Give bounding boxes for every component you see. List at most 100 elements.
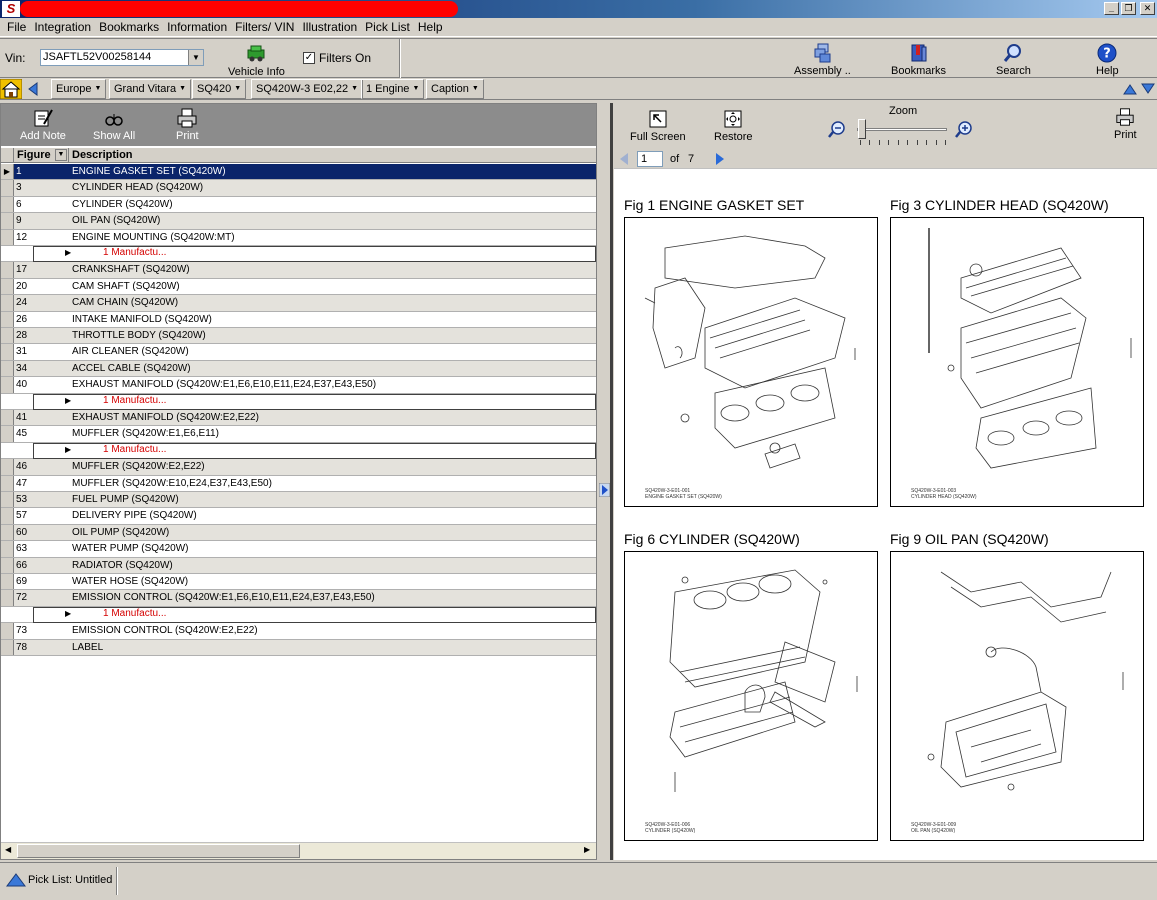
- table-row[interactable]: 57 DELIVERY PIPE (SQ420W): [1, 508, 596, 525]
- arrow-down-icon[interactable]: [1140, 81, 1156, 97]
- crumb-group[interactable]: 1 Engine ▼: [361, 79, 425, 99]
- table-row[interactable]: 26 INTAKE MANIFOLD (SQ420W): [1, 311, 596, 328]
- figure-thumbnail[interactable]: SQ420W-3-E01-009 OIL PAN (SQ420W): [890, 551, 1144, 841]
- table-row[interactable]: 47 MUFFLER (SQ420W:E10,E24,E37,E43,E50): [1, 475, 596, 492]
- crumb-series[interactable]: SQ420 ▼: [192, 79, 247, 99]
- restore-button[interactable]: Restore: [714, 109, 753, 143]
- row-selector[interactable]: [1, 639, 14, 655]
- table-row[interactable]: 66 RADIATOR (SQ420W): [1, 557, 596, 574]
- manufacturer-subrow[interactable]: ▶ 1 Manufactu...: [1, 442, 596, 460]
- help-button[interactable]: ? Help: [1096, 42, 1119, 77]
- row-selector[interactable]: [1, 278, 14, 295]
- table-row[interactable]: 40 EXHAUST MANIFOLD (SQ420W:E1,E6,E10,E11…: [1, 377, 596, 394]
- row-selector[interactable]: [1, 262, 14, 278]
- chevron-down-icon[interactable]: ▼: [188, 50, 203, 65]
- table-row[interactable]: 53 FUEL PUMP (SQ420W): [1, 492, 596, 509]
- manufacturer-subrow[interactable]: ▶ 1 Manufactu...: [1, 606, 596, 624]
- menu-pick-list[interactable]: Pick List: [363, 20, 416, 34]
- manufacturer-link[interactable]: 1 Manufactu...: [103, 608, 166, 619]
- table-row[interactable]: 41 EXHAUST MANIFOLD (SQ420W:E2,E22): [1, 410, 596, 427]
- figure-thumbnail[interactable]: SQ420W-3-E01-001 ENGINE GASKET SET (SQ420…: [624, 217, 878, 507]
- table-row[interactable]: 9 OIL PAN (SQ420W): [1, 213, 596, 230]
- print-illustration-button[interactable]: Print: [1114, 107, 1137, 141]
- expand-arrow-icon[interactable]: ▶: [65, 396, 71, 405]
- zoom-slider-track[interactable]: [857, 128, 947, 131]
- vehicle-info-button[interactable]: Vehicle Info: [228, 43, 285, 78]
- table-row[interactable]: 46 MUFFLER (SQ420W:E2,E22): [1, 459, 596, 476]
- table-row[interactable]: 31 AIR CLEANER (SQ420W): [1, 344, 596, 361]
- row-selector[interactable]: [1, 311, 14, 327]
- prev-page-icon[interactable]: [618, 152, 630, 166]
- row-selector[interactable]: [1, 180, 14, 196]
- crumb-region[interactable]: Europe ▼: [51, 79, 107, 99]
- pick-list-icon[interactable]: [6, 873, 26, 887]
- table-row[interactable]: 3 CYLINDER HEAD (SQ420W): [1, 180, 596, 197]
- show-all-button[interactable]: Show All: [93, 108, 135, 142]
- table-row[interactable]: 69 WATER HOSE (SQ420W): [1, 574, 596, 591]
- row-selector[interactable]: [1, 295, 14, 311]
- manufacturer-subrow[interactable]: ▶ 1 Manufactu...: [1, 246, 596, 263]
- row-selector[interactable]: [1, 344, 14, 360]
- print-list-button[interactable]: Print: [176, 108, 199, 142]
- zoom-out-icon[interactable]: [827, 120, 847, 140]
- expand-arrow-icon[interactable]: ▶: [65, 248, 71, 257]
- back-arrow-icon[interactable]: [25, 81, 41, 97]
- expand-arrow-icon[interactable]: ▶: [65, 609, 71, 618]
- next-page-icon[interactable]: [714, 152, 726, 166]
- table-row[interactable]: 6 CYLINDER (SQ420W): [1, 196, 596, 214]
- menu-file[interactable]: File: [5, 20, 32, 34]
- filters-toggle[interactable]: ✓ Filters On: [303, 51, 371, 65]
- home-icon[interactable]: [0, 79, 22, 99]
- table-row[interactable]: ▶ 1 ENGINE GASKET SET (SQ420W): [1, 164, 596, 181]
- full-screen-button[interactable]: Full Screen: [630, 109, 686, 143]
- row-selector[interactable]: [1, 410, 14, 426]
- table-row[interactable]: 28 THROTTLE BODY (SQ420W): [1, 328, 596, 345]
- figure-thumbnail[interactable]: SQ420W-3-E01-003 CYLINDER HEAD (SQ420W): [890, 217, 1144, 507]
- row-selector[interactable]: [1, 492, 14, 508]
- crumb-model[interactable]: Grand Vitara ▼: [109, 79, 192, 99]
- filters-checkbox[interactable]: ✓: [303, 52, 315, 64]
- crumb-view[interactable]: Caption ▼: [426, 79, 484, 99]
- manufacturer-link[interactable]: 1 Manufactu...: [103, 444, 166, 455]
- manufacturer-subrow[interactable]: ▶ 1 Manufactu...: [1, 393, 596, 410]
- table-row[interactable]: 12 ENGINE MOUNTING (SQ420W:MT): [1, 229, 596, 246]
- manufacturer-link[interactable]: 1 Manufactu...: [103, 395, 166, 406]
- row-selector[interactable]: [1, 623, 14, 639]
- table-row[interactable]: 73 EMISSION CONTROL (SQ420W:E2,E22): [1, 623, 596, 640]
- crumb-variant[interactable]: SQ420W-3 E02,22 ▼: [251, 79, 364, 99]
- table-row[interactable]: 17 CRANKSHAFT (SQ420W): [1, 262, 596, 279]
- row-selector[interactable]: ▶: [1, 164, 14, 180]
- table-row[interactable]: 60 OIL PUMP (SQ420W): [1, 524, 596, 542]
- menu-information[interactable]: Information: [165, 20, 233, 34]
- search-button[interactable]: Search: [996, 42, 1031, 77]
- bookmarks-button[interactable]: Bookmarks: [891, 42, 946, 77]
- restore-window-icon[interactable]: ❐: [1121, 2, 1136, 15]
- menu-help[interactable]: Help: [416, 20, 449, 34]
- table-row[interactable]: 78 LABEL: [1, 639, 596, 656]
- scroll-thumb[interactable]: [17, 844, 300, 858]
- row-selector[interactable]: [1, 229, 14, 245]
- row-selector[interactable]: [1, 377, 14, 393]
- manufacturer-link[interactable]: 1 Manufactu...: [103, 247, 166, 258]
- row-selector[interactable]: [1, 524, 14, 541]
- pick-list-status[interactable]: Pick List: Untitled: [28, 874, 112, 886]
- row-selector[interactable]: [1, 590, 14, 606]
- close-icon[interactable]: ✕: [1140, 2, 1155, 15]
- expand-arrow-icon[interactable]: ▶: [65, 445, 71, 454]
- expand-right-icon[interactable]: [599, 483, 610, 497]
- row-selector[interactable]: [1, 426, 14, 442]
- filter-dropdown-icon[interactable]: ▼: [55, 149, 67, 161]
- row-selector[interactable]: [1, 328, 14, 344]
- zoom-slider-thumb[interactable]: [858, 119, 866, 139]
- row-selector[interactable]: [1, 196, 14, 213]
- column-description[interactable]: Description: [69, 148, 596, 162]
- row-selector[interactable]: [1, 541, 14, 557]
- figure-thumbnail[interactable]: SQ420W-3-E01-006 CYLINDER (SQ420W): [624, 551, 878, 841]
- column-figure[interactable]: Figure ▼: [14, 148, 69, 162]
- scroll-left-icon[interactable]: ◀: [5, 845, 11, 854]
- table-row[interactable]: 20 CAM SHAFT (SQ420W): [1, 278, 596, 296]
- row-selector[interactable]: [1, 508, 14, 524]
- menu-bookmarks[interactable]: Bookmarks: [97, 20, 165, 34]
- table-row[interactable]: 72 EMISSION CONTROL (SQ420W:E1,E6,E10,E11…: [1, 590, 596, 607]
- table-row[interactable]: 45 MUFFLER (SQ420W:E1,E6,E11): [1, 426, 596, 443]
